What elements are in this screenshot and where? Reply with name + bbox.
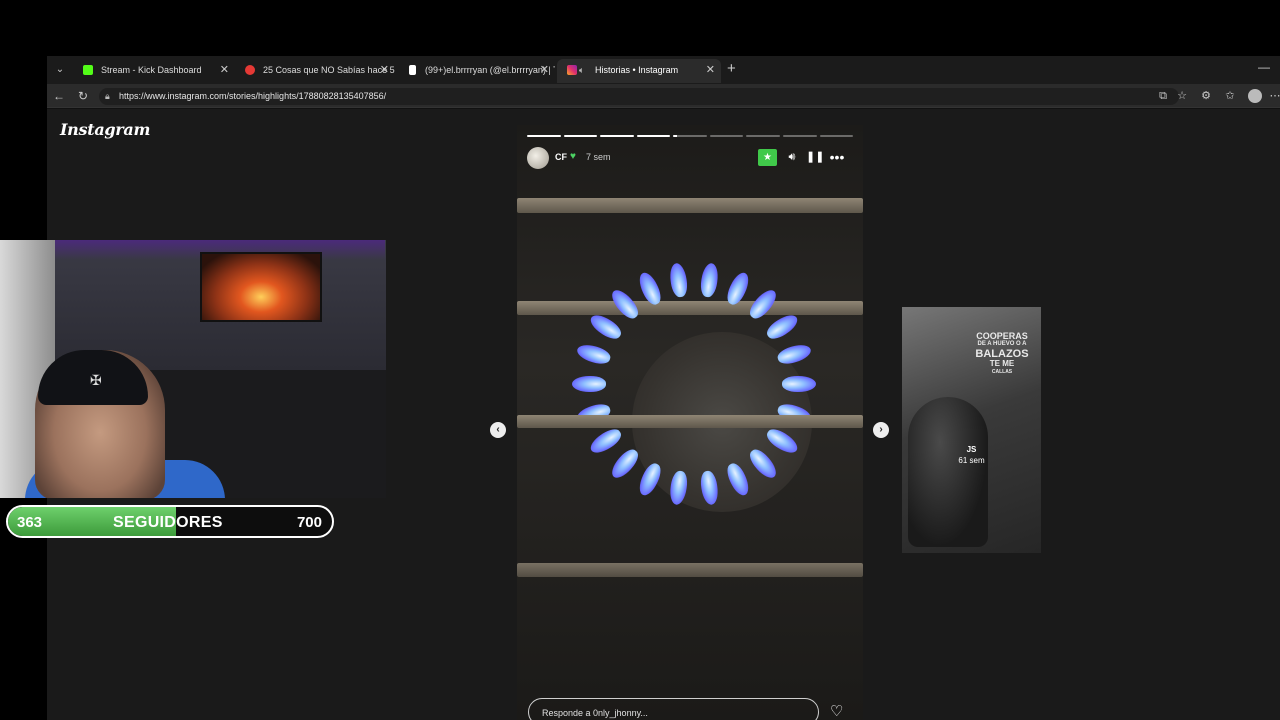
close-tab-icon[interactable]: ✕: [380, 59, 389, 81]
url-text: https://www.instagram.com/stories/highli…: [119, 91, 387, 101]
story-progress-segment: [819, 135, 854, 137]
profile-avatar-icon[interactable]: [1248, 89, 1262, 103]
previous-story-arrow-icon[interactable]: ‹: [490, 422, 506, 438]
flame: [782, 376, 816, 392]
flame: [608, 445, 643, 482]
story-progress-segment: [746, 135, 780, 137]
flame: [698, 262, 720, 299]
tab-title: Stream - Kick Dashboard: [101, 65, 202, 75]
story-avatar[interactable]: [527, 147, 549, 169]
next-story-arrow-icon[interactable]: ›: [873, 422, 889, 438]
stove-grate: [517, 198, 863, 213]
gas-flame-ring: [572, 262, 816, 506]
back-arrow-icon[interactable]: ←: [51, 88, 67, 104]
followers-goal: 700: [296, 514, 322, 531]
tab-strip: ⌄ Stream - Kick Dashboard ✕ 25 Cosas que…: [47, 56, 1280, 84]
caption-line: DE A HUEVO O A: [977, 341, 1027, 347]
favorite-star-icon[interactable]: ☆: [1175, 89, 1189, 103]
next-story-preview[interactable]: COOPERAS DE A HUEVO O A BALAZOS TE ME CA…: [902, 307, 1041, 553]
new-tab-button[interactable]: +: [727, 61, 736, 77]
story-time-ago: 7 sem: [586, 152, 611, 162]
fireplace-tv: [200, 252, 322, 322]
story-progress-segment: [600, 135, 634, 137]
stove-grate: [517, 415, 863, 428]
cross-logo-icon: ✠: [90, 372, 102, 388]
story-progress-segment: [782, 135, 817, 137]
flame: [668, 262, 690, 299]
followers-current: 363: [17, 514, 43, 531]
flame: [574, 341, 612, 367]
story-progress-segment: [527, 135, 561, 137]
story-progress-bar: [527, 135, 854, 137]
reply-input[interactable]: Responde a 0nly_jhonny...: [528, 698, 819, 720]
lock-icon: 🔒︎: [105, 91, 110, 101]
flame: [572, 376, 606, 392]
more-options-icon[interactable]: •••: [829, 149, 845, 165]
url-bar[interactable]: 🔒︎ https://www.instagram.com/stories/hig…: [99, 88, 1179, 105]
story-viewer[interactable]: CF ♥ 7 sem ★ 🔊︎ ❚❚ ••• Responde a 0nly_j…: [517, 125, 863, 720]
reply-placeholder: Responde a 0nly_jhonny...: [542, 708, 648, 718]
tiktok-favicon-icon: [409, 65, 416, 75]
tab-title: (99+)el.brrrryan (@el.brrrryan) | Ti: [425, 65, 555, 75]
flame: [776, 341, 814, 367]
screen: ⌄ Stream - Kick Dashboard ✕ 25 Cosas que…: [0, 0, 1280, 720]
tab-title: Historias • Instagram: [595, 65, 679, 75]
next-story-time-ago: 61 sem: [958, 456, 985, 465]
story-progress-segment: [709, 135, 744, 137]
collections-icon[interactable]: ✩: [1223, 89, 1237, 103]
youtube-favicon-icon: [245, 65, 255, 75]
close-tab-icon[interactable]: ✕: [706, 59, 715, 81]
tab-instagram-stories[interactable]: 🔈︎ Historias • Instagram ✕: [557, 59, 721, 83]
tab-title: 25 Cosas que NO Sabías hace 5 m: [263, 65, 395, 75]
speaker-icon[interactable]: 🔈︎: [579, 59, 584, 81]
stove-grate: [517, 563, 863, 577]
refresh-icon[interactable]: ↻: [75, 88, 91, 104]
flame: [723, 269, 752, 308]
next-story-caption: COOPERAS DE A HUEVO O A BALAZOS TE ME CA…: [972, 331, 1032, 376]
flame: [636, 460, 665, 499]
close-friends-heart-icon: ♥: [570, 151, 576, 162]
caption-line: COOPERAS: [976, 331, 1028, 341]
flame: [763, 311, 801, 344]
tab-actions-chevron-icon[interactable]: ⌄: [52, 62, 68, 78]
story-progress-segment: [563, 135, 598, 137]
instagram-logo[interactable]: Instagram: [60, 120, 150, 139]
tab-youtube-video[interactable]: 25 Cosas que NO Sabías hace 5 m ✕: [235, 59, 395, 83]
flame: [636, 269, 665, 308]
followers-label: SEGUIDORES: [113, 514, 223, 531]
webcam-overlay: ✠: [0, 240, 386, 498]
follower-goal-bar: 363 SEGUIDORES 700: [6, 505, 334, 538]
open-in-app-icon[interactable]: ⧉: [1156, 89, 1170, 103]
extensions-icon[interactable]: ⚙: [1199, 89, 1213, 103]
close-tab-icon[interactable]: ✕: [220, 59, 229, 81]
story-username[interactable]: CF: [555, 152, 567, 162]
tab-kick-dashboard[interactable]: Stream - Kick Dashboard ✕: [73, 59, 235, 83]
tab-tiktok-profile[interactable]: (99+)el.brrrryan (@el.brrrryan) | Ti ✕: [397, 59, 555, 83]
caption-line: TE ME: [989, 359, 1015, 368]
story-header: CF ♥ 7 sem ★ 🔊︎ ❚❚ •••: [527, 147, 853, 169]
pause-icon[interactable]: ❚❚: [806, 149, 824, 165]
flame: [587, 424, 625, 457]
more-menu-icon[interactable]: ⋯: [1268, 89, 1280, 103]
star-icon: ★: [758, 149, 777, 166]
volume-icon[interactable]: 🔊︎: [784, 149, 800, 165]
address-toolbar: ← ↻ 🔒︎ https://www.instagram.com/stories…: [47, 84, 1280, 108]
instagram-favicon-icon: [567, 65, 577, 75]
story-progress-segment: [673, 135, 707, 137]
minimize-icon[interactable]: —: [1258, 60, 1270, 74]
flame: [587, 311, 625, 344]
next-story-username: JS: [966, 445, 977, 454]
kick-favicon-icon: [83, 65, 93, 75]
close-tab-icon[interactable]: ✕: [540, 59, 549, 81]
caption-line: CALLAS: [991, 369, 1013, 375]
story-progress-segment: [636, 135, 671, 137]
like-heart-icon[interactable]: ♡: [830, 702, 843, 720]
next-story-photo: [908, 397, 988, 547]
